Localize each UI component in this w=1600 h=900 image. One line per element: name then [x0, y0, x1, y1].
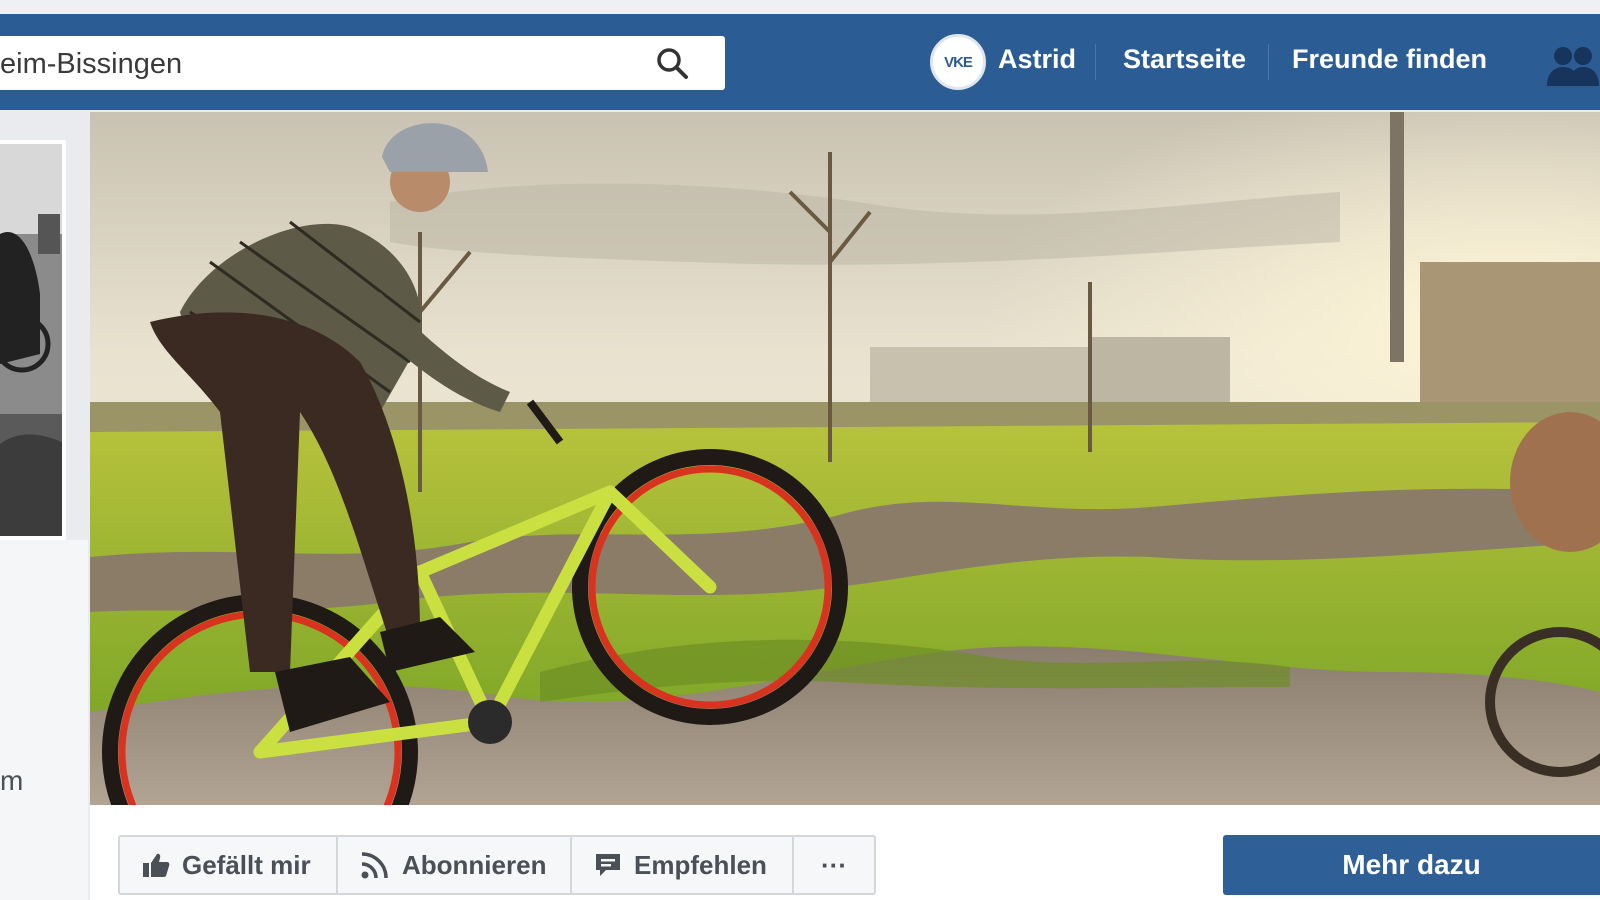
avatar[interactable]: VKE	[930, 34, 986, 90]
cover-photo[interactable]	[90, 112, 1600, 805]
thumbs-up-icon	[143, 853, 170, 877]
left-info-panel	[0, 540, 88, 900]
learn-more-button-label: Mehr dazu	[1342, 849, 1481, 880]
browser-top-strip	[0, 0, 1600, 14]
page-action-bar: Gefällt mir Abonnieren Empfehlen ··· Meh…	[90, 805, 1600, 900]
more-options-icon: ···	[821, 849, 847, 880]
friends-icon[interactable]	[1545, 44, 1600, 88]
profile-photo-image	[0, 144, 62, 536]
nav-user-name[interactable]: Astrid	[998, 44, 1076, 75]
cover-photo-image	[90, 112, 1600, 805]
learn-more-button[interactable]: Mehr dazu	[1223, 835, 1600, 895]
nav-divider	[1268, 44, 1269, 80]
search-icon[interactable]	[655, 46, 691, 82]
like-button-label: Gefällt mir	[182, 849, 311, 880]
nav-divider	[1095, 44, 1096, 80]
top-navigation-bar: eim-Bissingen VKE Astrid Startseite Freu…	[0, 14, 1600, 110]
more-options-button[interactable]: ···	[794, 837, 874, 893]
left-panel-text: m	[0, 765, 24, 796]
avatar-initials: VKE	[944, 53, 973, 71]
like-button[interactable]: Gefällt mir	[120, 837, 338, 893]
rss-icon	[361, 852, 388, 879]
speech-bubble-icon	[596, 854, 620, 876]
page-action-buttons: Gefällt mir Abonnieren Empfehlen ···	[118, 835, 876, 895]
search-field[interactable]: eim-Bissingen	[0, 36, 725, 90]
search-input-value[interactable]: eim-Bissingen	[0, 48, 182, 81]
follow-button[interactable]: Abonnieren	[338, 837, 572, 893]
nav-find-friends-link[interactable]: Freunde finden	[1292, 44, 1487, 75]
follow-button-label: Abonnieren	[402, 849, 547, 880]
profile-photo[interactable]	[0, 140, 66, 540]
recommend-button-label: Empfehlen	[634, 849, 767, 880]
nav-home-link[interactable]: Startseite	[1123, 44, 1246, 75]
recommend-button[interactable]: Empfehlen	[572, 837, 794, 893]
